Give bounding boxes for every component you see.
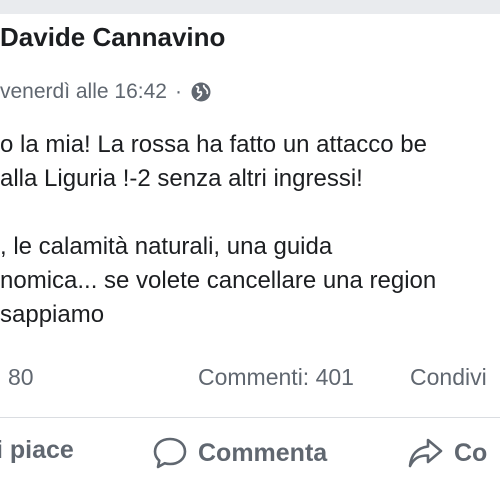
post-timestamp[interactable]: venerdì alle 16:42: [0, 80, 167, 104]
comments-count[interactable]: Commenti: 401: [198, 364, 354, 391]
post-author[interactable]: Davide Cannavino: [0, 22, 225, 53]
globe-icon[interactable]: [190, 81, 212, 103]
share-icon: [406, 436, 444, 470]
post-text-line: , le calamità naturali, una guida: [0, 233, 333, 260]
post-stats: 80 Commenti: 401 Condivi: [0, 364, 500, 398]
like-label: i piace: [0, 436, 74, 464]
post-text-line: sappiamo: [0, 301, 105, 328]
like-button[interactable]: i piace: [0, 436, 74, 465]
share-label: Co: [454, 438, 488, 467]
post-text-blank-line: [0, 196, 500, 230]
comment-label: Commenta: [198, 438, 328, 467]
comment-button[interactable]: Commenta: [152, 436, 327, 470]
post-text-line: nomica... se volete cancellare una regio…: [0, 267, 437, 294]
feed-background: [0, 0, 500, 14]
comment-icon: [152, 436, 188, 470]
action-divider: [0, 417, 500, 418]
shares-count[interactable]: Condivi: [410, 364, 487, 391]
post-meta: venerdì alle 16:42 ·: [0, 80, 212, 104]
meta-separator: ·: [174, 80, 182, 103]
share-button[interactable]: Co: [406, 436, 487, 470]
post-text-line: o la mia! La rossa ha fatto un attacco b…: [0, 131, 427, 158]
reactions-count[interactable]: 80: [8, 364, 34, 391]
post-actions: i piace Commenta Co: [0, 436, 500, 480]
post-text-line: alla Liguria !-2 senza altri ingressi!: [0, 165, 363, 192]
post-body: o la mia! La rossa ha fatto un attacco b…: [0, 128, 500, 332]
